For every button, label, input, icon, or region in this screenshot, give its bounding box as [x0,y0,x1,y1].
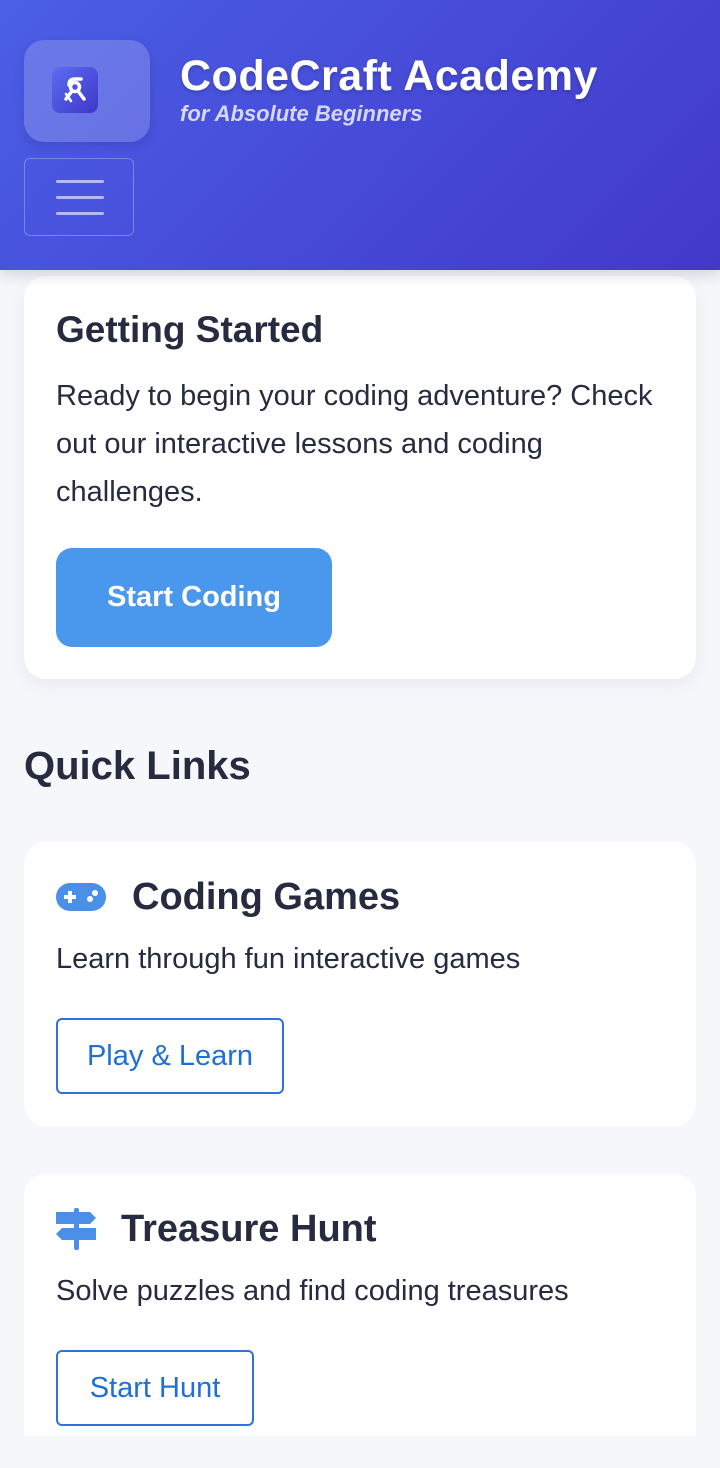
menu-button[interactable] [24,158,134,236]
coding-games-description: Learn through fun interactive games [56,943,521,975]
signpost-icon [56,1208,96,1255]
code-logo-icon [52,67,98,113]
treasure-hunt-description: Solve puzzles and find coding treasures [56,1275,569,1307]
brand-subtitle: for Absolute Beginners [180,101,423,126]
quick-links-title: Quick Links [24,744,251,788]
getting-started-title: Getting Started [56,309,324,350]
app-header: CodeCraft Academy for Absolute Beginners [0,0,720,270]
start-coding-button[interactable]: Start Coding [56,548,332,647]
getting-started-text: Ready to begin your coding adventure? Ch… [56,380,653,508]
start-hunt-button[interactable]: Start Hunt [56,1350,254,1426]
coding-games-title: Coding Games [132,876,401,918]
quick-link-card-coding-games: Coding Games Learn through fun interacti… [24,842,696,1126]
treasure-hunt-title: Treasure Hunt [121,1208,377,1250]
play-and-learn-button[interactable]: Play & Learn [56,1018,284,1094]
getting-started-card: Getting Started Ready to begin your codi… [24,276,696,679]
quick-link-card-treasure-hunt: Treasure Hunt Solve puzzles and find cod… [24,1174,696,1436]
brand-title: CodeCraft Academy [180,52,598,100]
logo[interactable] [24,40,150,142]
gamepad-icon [56,883,106,916]
